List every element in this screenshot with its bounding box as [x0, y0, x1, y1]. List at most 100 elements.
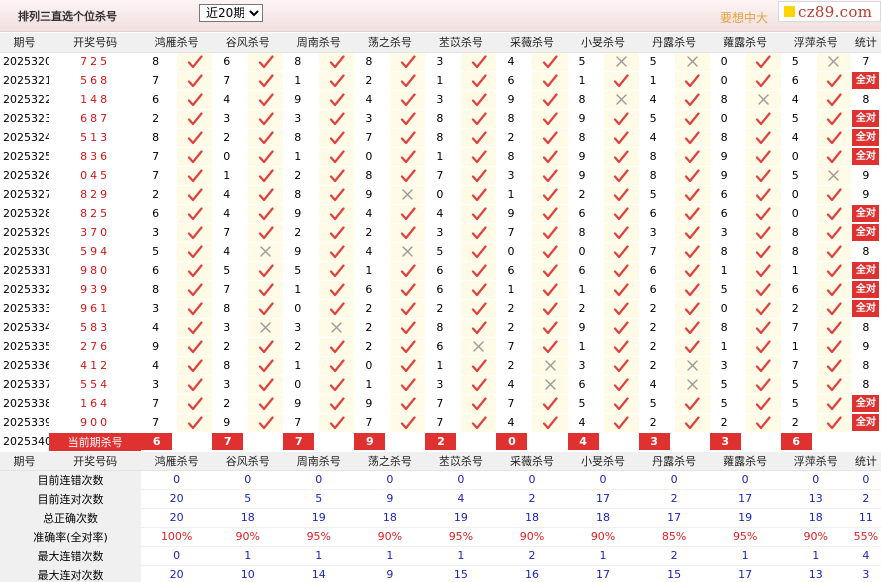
check-icon [248, 204, 284, 224]
kill-number-cell: 0 [425, 185, 462, 205]
stat-cell: 全对 [850, 394, 881, 414]
kill-number-cell: 8 [283, 185, 320, 205]
table-row: 2025338 164 7 2 9 9 7 7 5 5 5 5 全对 [0, 394, 881, 414]
kill-number-cell: 3 [425, 52, 462, 72]
summary-value: 13 [780, 565, 851, 582]
header-stat: 统计 [850, 33, 881, 53]
kill-number-cell: 7 [780, 356, 817, 376]
stat-cell: 8 [850, 90, 881, 110]
check-icon [461, 394, 497, 414]
kill-number-cell: 4 [141, 318, 178, 338]
issue-cell: 2025333 [0, 299, 50, 319]
check-icon [745, 71, 781, 91]
kill-number-cell: 6 [425, 337, 462, 357]
site-logo[interactable]: cz89.com [778, 1, 881, 22]
page-title: 排列三直选个位杀号 [18, 10, 117, 23]
kill-number-cell: 6 [780, 71, 817, 91]
period-select[interactable]: 近20期 [199, 4, 263, 22]
all-correct-badge: 全对 [852, 110, 880, 127]
check-icon [603, 128, 639, 148]
all-correct-badge: 全对 [852, 205, 880, 222]
check-icon [319, 185, 355, 205]
kill-number-cell: 7 [496, 337, 533, 357]
check-icon [461, 204, 497, 224]
header-expert: 浮萍杀号 [780, 451, 851, 471]
kill-number-cell: 7 [496, 223, 533, 243]
summary-value: 17 [709, 489, 781, 509]
kill-number-cell: 5 [780, 52, 817, 72]
check-icon [532, 223, 568, 243]
header-expert: 荡之杀号 [354, 451, 426, 471]
table-row: 2025326 045 7 1 2 8 7 3 9 8 9 5 9 [0, 166, 881, 186]
cross-icon [390, 185, 426, 205]
check-icon [390, 356, 426, 376]
table-row: 2025335 276 9 2 2 2 6 7 1 2 1 1 9 [0, 337, 881, 357]
draw-number-cell: 412 [49, 356, 142, 376]
cross-icon [816, 166, 851, 186]
kill-number-cell: 1 [638, 71, 675, 91]
kill-number-cell: 6 [425, 280, 462, 300]
summary-value: 4 [850, 546, 881, 566]
check-icon [674, 166, 710, 186]
kill-number-cell: 2 [638, 337, 675, 357]
kill-number-cell: 0 [709, 299, 746, 319]
kill-number-cell: 2 [780, 299, 817, 319]
summary-value: 1 [709, 546, 781, 566]
check-icon [390, 147, 426, 167]
kill-number-cell: 1 [567, 71, 604, 91]
kill-number-cell: 9 [141, 337, 178, 357]
kill-number-cell: 2 [709, 413, 746, 433]
kill-number-cell: 1 [283, 356, 320, 376]
check-icon [603, 318, 639, 338]
check-icon [319, 52, 355, 72]
kill-number-cell: 6 [141, 204, 178, 224]
table-row: 2025321 568 7 7 1 2 1 6 1 1 0 6 全对 [0, 71, 881, 91]
kill-number-cell: 5 [567, 52, 604, 72]
kill-number-cell: 2 [496, 318, 533, 338]
kill-number-cell: 4 [496, 52, 533, 72]
check-icon [177, 394, 213, 414]
summary-value: 1 [425, 546, 497, 566]
check-icon [177, 242, 213, 262]
check-icon [177, 204, 213, 224]
table-row: 2025330 594 5 4 9 4 5 0 0 7 8 8 8 [0, 242, 881, 262]
kill-number-cell: 8 [212, 299, 249, 319]
check-icon [745, 166, 781, 186]
check-icon [390, 299, 426, 319]
kill-number-cell: 4 [354, 242, 391, 262]
check-icon [603, 280, 639, 300]
check-icon [532, 242, 568, 262]
header-expert: 采薇杀号 [496, 451, 568, 471]
summary-value: 2 [638, 546, 710, 566]
stat-cell: 全对 [850, 71, 881, 91]
check-icon [177, 413, 213, 433]
check-icon [745, 52, 781, 72]
check-icon [816, 147, 851, 167]
check-icon [319, 223, 355, 243]
all-correct-badge: 全对 [852, 148, 880, 165]
check-icon [745, 185, 781, 205]
header-expert: 鸿雁杀号 [141, 451, 213, 471]
check-icon [816, 299, 851, 319]
check-icon [532, 204, 568, 224]
all-correct-badge: 全对 [852, 72, 880, 89]
kill-number-cell: 6 [496, 71, 533, 91]
kill-number-cell: 0 [567, 242, 604, 262]
kill-number-cell: 3 [212, 109, 249, 129]
kill-number-cell: 6 [567, 375, 604, 395]
check-icon [390, 90, 426, 110]
kill-number-cell: 5 [141, 242, 178, 262]
check-icon [177, 280, 213, 300]
check-icon [319, 147, 355, 167]
check-icon [461, 356, 497, 376]
kill-number-cell: 0 [709, 109, 746, 129]
stat-cell: 9 [850, 185, 881, 205]
kill-number-cell: 7 [141, 166, 178, 186]
current-kill-number: 7 [212, 433, 244, 450]
cross-icon [248, 242, 284, 262]
header-issue: 期号 [0, 33, 50, 53]
stat-cell: 9 [850, 337, 881, 357]
kill-number-cell: 0 [496, 242, 533, 262]
kill-number-cell: 7 [638, 242, 675, 262]
check-icon [745, 356, 781, 376]
